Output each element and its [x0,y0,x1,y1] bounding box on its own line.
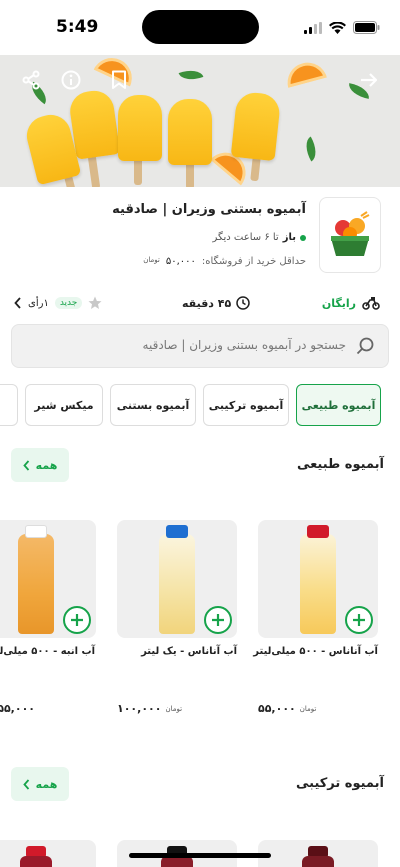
store-banner-image [0,55,400,187]
product-price: تومان ۵۵,۰۰۰ [258,702,316,715]
leaf-graphic [178,65,204,85]
delivery-info-row: رایگان ۴۵ دقیقه جدید ۱رأی [0,296,400,314]
search-icon [356,337,374,359]
motorbike-icon [362,297,380,310]
product-name: آب انبه - ۵۰۰ میلی‌لیتر [0,646,95,657]
product-price: تومان ۱۰۰,۰۰۰ [117,702,182,715]
plus-icon [212,614,224,626]
info-icon [61,70,81,90]
product-card-pineapple-500[interactable] [258,520,378,638]
back-button[interactable] [356,67,382,93]
rating-link[interactable]: جدید ۱رأی [14,296,102,310]
min-order-label: حداقل خرید از فروشگاه: [201,256,306,267]
product-card-pineapple-1l[interactable] [117,520,237,638]
dynamic-island [142,10,259,44]
currency-label: تومان [143,256,160,264]
status-icons [304,19,380,38]
status-time: 5:49 [56,17,99,37]
chevron-left-icon [14,297,21,309]
tab-milk-mix[interactable]: میکس شیر [25,384,103,426]
arrow-right-icon [361,73,378,87]
store-logo [319,197,381,273]
min-order: حداقل خرید از فروشگاه: ۵۰,۰۰۰ تومان [143,256,306,267]
plus-icon [353,614,365,626]
popsicle-graphic [230,90,282,162]
popsicle-graphic [118,95,162,161]
product-price: ۵۵,۰۰۰ [0,702,35,715]
tab-more[interactable]: ف [0,384,18,426]
section-title-natural: آبمیوه طبیعی [296,457,384,472]
min-order-value: ۵۰,۰۰۰ [165,256,196,267]
orange-slice-graphic [283,58,327,88]
popsicle-graphic [168,99,212,165]
tab-natural-juice[interactable]: آبمیوه طبیعی [296,384,381,426]
plus-icon [71,614,83,626]
open-status: باز تا ۶ ساعت دیگر [212,232,306,243]
product-image [18,534,54,634]
fruit-basket-icon [331,211,370,256]
star-icon [88,296,102,309]
votes-label: ۱رأی [28,297,49,309]
wifi-icon [329,19,346,38]
delivery-time-label: ۴۵ دقیقه [182,296,232,310]
product-image [300,534,336,634]
category-tabs: آبمیوه طبیعی آبمیوه ترکیبی آبمیوه بستنی … [0,384,400,426]
product-image [20,856,52,867]
store-page: 5:49 آبمیوه بستنی وزیران | صادقیه باز تا… [0,0,400,867]
open-status-label: باز [282,232,296,243]
see-all-mixed-button[interactable]: همه [11,767,69,801]
see-all-label: همه [35,458,58,472]
tab-ice-cream-juice[interactable]: آبمیوه بستنی [110,384,196,426]
tab-mixed-juice[interactable]: آبمیوه ترکیبی [203,384,289,426]
section-title-mixed: آبمیوه ترکیبی [295,776,384,791]
leaf-graphic [300,136,322,162]
home-indicator[interactable] [129,853,271,858]
product-image [302,856,334,867]
currency-label: تومان [299,704,317,713]
clock-icon [236,296,250,310]
product-price-value: ۵۵,۰۰۰ [258,702,296,715]
share-button[interactable] [18,67,44,93]
product-card-mango-500[interactable] [0,520,96,638]
store-title: آبمیوه بستنی وزیران | صادقیه [112,202,306,217]
open-dot-icon [300,234,306,241]
search-placeholder: جستجو در آبمیوه بستنی وزیران | صادقیه [142,338,346,352]
bookmark-button[interactable] [106,67,132,93]
add-to-cart-button[interactable] [345,606,373,634]
status-bar: 5:49 [0,0,400,55]
share-icon [22,70,40,90]
product-price-value: ۵۵,۰۰۰ [0,702,35,715]
product-name: آب آناناس - ۵۰۰ میلی‌لیتر [253,646,378,657]
store-search-input[interactable]: جستجو در آبمیوه بستنی وزیران | صادقیه [11,324,389,368]
delivery-time: ۴۵ دقیقه [182,296,250,310]
bottle-cap [166,525,188,538]
product-price-value: ۱۰۰,۰۰۰ [117,702,162,715]
battery-icon [353,19,380,38]
signal-icon [304,19,322,38]
chevron-left-icon [22,459,29,471]
bottle-cap [25,525,47,538]
info-button[interactable] [58,67,84,93]
product-card-partial[interactable] [258,840,378,867]
product-image [159,534,195,634]
delivery-cost: رایگان [322,296,380,310]
chevron-left-icon [22,778,29,790]
currency-label: تومان [165,704,183,713]
popsicle-stick [87,154,101,187]
open-status-detail: تا ۶ ساعت دیگر [212,232,279,243]
bookmark-icon [112,70,126,89]
new-badge: جدید [54,297,83,309]
add-to-cart-button[interactable] [204,606,232,634]
see-all-natural-button[interactable]: همه [11,448,69,482]
product-name: آب آناناس - یک لیتر [141,646,237,657]
product-card-partial[interactable] [0,840,96,867]
popsicle-graphic [67,88,121,160]
see-all-label: همه [35,777,58,791]
bottle-cap [307,525,329,538]
delivery-cost-label: رایگان [321,296,356,310]
add-to-cart-button[interactable] [63,606,91,634]
